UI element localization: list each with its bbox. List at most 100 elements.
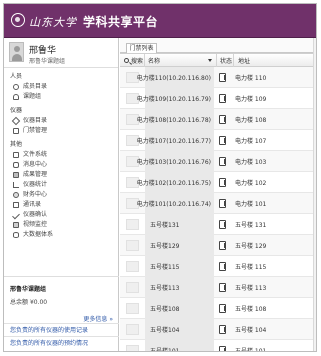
status-cell: [214, 219, 231, 229]
door-name[interactable]: 电力楼107(10.20.116.77): [137, 129, 214, 151]
summary-title: 邢鲁华课题组: [10, 286, 47, 293]
table-row[interactable]: 电力楼101(10.20.116.74) 电力楼 101: [120, 192, 316, 214]
sidebar: 邢鲁华 邢鲁华课题组 人员 成员目录 课题组 仪器 仪器目录 门禁管理 其他 文…: [4, 38, 119, 351]
door-address: 五号楼 101: [235, 347, 267, 352]
door-status-icon: [219, 156, 226, 166]
sidebar-item-video-monitoring[interactable]: 视频监控: [4, 220, 118, 230]
sidebar-item-big-data-system[interactable]: 大数据体系: [4, 230, 118, 240]
user-profile[interactable]: 邢鲁华 邢鲁华课题组: [4, 38, 118, 68]
door-address: 五号楼 113: [235, 284, 267, 292]
door-thumbnail-icon: [126, 239, 139, 251]
sidebar-item-label: 大数据体系: [23, 231, 54, 238]
section-title: 人员: [10, 73, 23, 80]
table-body: 电力楼110(10.20.116.80) 电力楼 110 电力楼109(10.20.…: [120, 66, 316, 352]
sidebar-section-other: 其他 文件系统 消息中心 成果管理 仪器统计 财务中心 通讯录 仪器确认 视频监…: [4, 141, 118, 240]
door-thumbnail-icon: [126, 281, 139, 293]
door-name[interactable]: 电力楼101(10.20.116.74): [137, 192, 214, 214]
door-name[interactable]: 五号楼129: [145, 234, 214, 256]
balance-label: 总余额: [10, 299, 29, 306]
door-status-icon: [219, 219, 226, 229]
sidebar-item-label: 视频监控: [23, 221, 48, 228]
file-icon: [13, 152, 19, 158]
door-name[interactable]: 电力楼110(10.20.116.80): [137, 66, 214, 88]
door-address: 五号楼 131: [235, 221, 267, 229]
door-address: 电力楼 101: [235, 200, 267, 208]
instrument-reservations-link[interactable]: 您负责的所有仪器的预约情况: [4, 336, 119, 349]
status-cell: [214, 282, 231, 292]
address-column-header: 地址: [238, 57, 251, 65]
more-info-link[interactable]: 更多信息 »: [4, 314, 113, 323]
video-icon: [13, 222, 19, 228]
achievement-icon: [13, 172, 19, 178]
sidebar-item-message-center[interactable]: 消息中心: [4, 160, 118, 170]
door-name[interactable]: 电力楼109(10.20.116.79): [137, 87, 214, 109]
sidebar-item-finance-center[interactable]: 财务中心: [4, 190, 118, 200]
door-status-icon: [219, 114, 226, 124]
sidebar-item-door-access[interactable]: 门禁管理: [4, 126, 118, 136]
tab-door-access-list[interactable]: 门禁列表: [126, 43, 157, 53]
door-name[interactable]: 电力楼108(10.20.116.78): [137, 108, 214, 130]
door-name[interactable]: 电力楼102(10.20.116.75): [137, 171, 214, 193]
status-cell: [214, 345, 231, 351]
group-summary: 邢鲁华课题组 总余额 ¥0.00 更多信息 » 您负责的所有仪器的使用记录 您负…: [4, 276, 119, 349]
door-thumbnail-icon: [126, 302, 139, 314]
sidebar-item-instrument-directory[interactable]: 仪器目录: [4, 116, 118, 126]
user-group[interactable]: 邢鲁华课题组: [29, 56, 65, 65]
top-header: 山东大学 学科共享平台: [4, 4, 316, 38]
user-name[interactable]: 邢鲁华: [29, 43, 56, 56]
sidebar-item-label: 文件系统: [23, 151, 48, 158]
table-row[interactable]: 五号楼104 五号楼 104: [120, 318, 316, 340]
table-row[interactable]: 电力楼102(10.20.116.75) 电力楼 102: [120, 171, 316, 193]
table-row[interactable]: 五号楼115 五号楼 115: [120, 255, 316, 277]
section-title: 仪器: [10, 107, 23, 114]
database-icon: [13, 232, 19, 238]
door-name[interactable]: 电力楼103(10.20.116.76): [137, 150, 214, 172]
search-column-header[interactable]: 搜索: [120, 53, 145, 67]
table-row[interactable]: 五号楼108 五号楼 108: [120, 297, 316, 319]
search-header-label: 搜索: [131, 57, 144, 65]
avatar[interactable]: [9, 42, 24, 62]
thumbnail-cell: [120, 302, 145, 314]
table-row[interactable]: 五号楼129 五号楼 129: [120, 234, 316, 256]
door-name[interactable]: 五号楼101: [145, 339, 214, 351]
door-address: 电力楼 102: [235, 179, 267, 187]
door-name[interactable]: 五号楼104: [145, 318, 214, 340]
sort-down-icon: [208, 58, 212, 62]
message-icon: [13, 162, 19, 168]
table-row[interactable]: 五号楼131 五号楼 131: [120, 213, 316, 235]
sidebar-item-achievements[interactable]: 成果管理: [4, 170, 118, 180]
table-row[interactable]: 电力楼109(10.20.116.79) 电力楼 109: [120, 87, 316, 109]
door-address: 电力楼 107: [235, 137, 267, 145]
sidebar-item-file-system[interactable]: 文件系统: [4, 150, 118, 160]
table-row[interactable]: 电力楼110(10.20.116.80) 电力楼 110: [120, 66, 316, 88]
status-cell: [214, 93, 231, 103]
status-column-header: 状态: [217, 53, 234, 67]
door-address: 五号楼 115: [235, 263, 267, 271]
sidebar-item-member-directory[interactable]: 成员目录: [4, 82, 118, 92]
door-name[interactable]: 五号楼131: [145, 213, 214, 235]
school-name: 山东大学: [29, 16, 77, 29]
status-cell: [214, 177, 231, 187]
sidebar-item-contacts[interactable]: 通讯录: [4, 200, 118, 210]
table-row[interactable]: 五号楼113 五号楼 113: [120, 276, 316, 298]
instrument-usage-records-link[interactable]: 您负责的所有仪器的使用记录: [4, 323, 119, 336]
table-row[interactable]: 电力楼108(10.20.116.78) 电力楼 108: [120, 108, 316, 130]
sidebar-item-label: 财务中心: [23, 191, 48, 198]
sidebar-item-research-group[interactable]: 课题组: [4, 92, 118, 102]
door-address: 电力楼 103: [235, 158, 267, 166]
status-cell: [214, 114, 231, 124]
table-row[interactable]: 电力楼107(10.20.116.77) 电力楼 107: [120, 129, 316, 151]
name-header-label: 名称: [148, 57, 161, 65]
door-address: 电力楼 110: [235, 74, 267, 82]
door-name[interactable]: 五号楼113: [145, 276, 214, 298]
table-row[interactable]: 五号楼101 五号楼 101: [120, 339, 316, 352]
table-row[interactable]: 电力楼103(10.20.116.76) 电力楼 103: [120, 150, 316, 172]
door-name[interactable]: 五号楼115: [145, 255, 214, 277]
platform-title: 学科共享平台: [83, 15, 159, 29]
door-address: 电力楼 109: [235, 95, 267, 103]
name-column-header[interactable]: 名称: [145, 53, 217, 67]
sidebar-item-instrument-confirmation[interactable]: 仪器确认: [4, 210, 118, 220]
thumbnail-cell: [120, 344, 145, 351]
door-name[interactable]: 五号楼108: [145, 297, 214, 319]
sidebar-item-instrument-statistics[interactable]: 仪器统计: [4, 180, 118, 190]
